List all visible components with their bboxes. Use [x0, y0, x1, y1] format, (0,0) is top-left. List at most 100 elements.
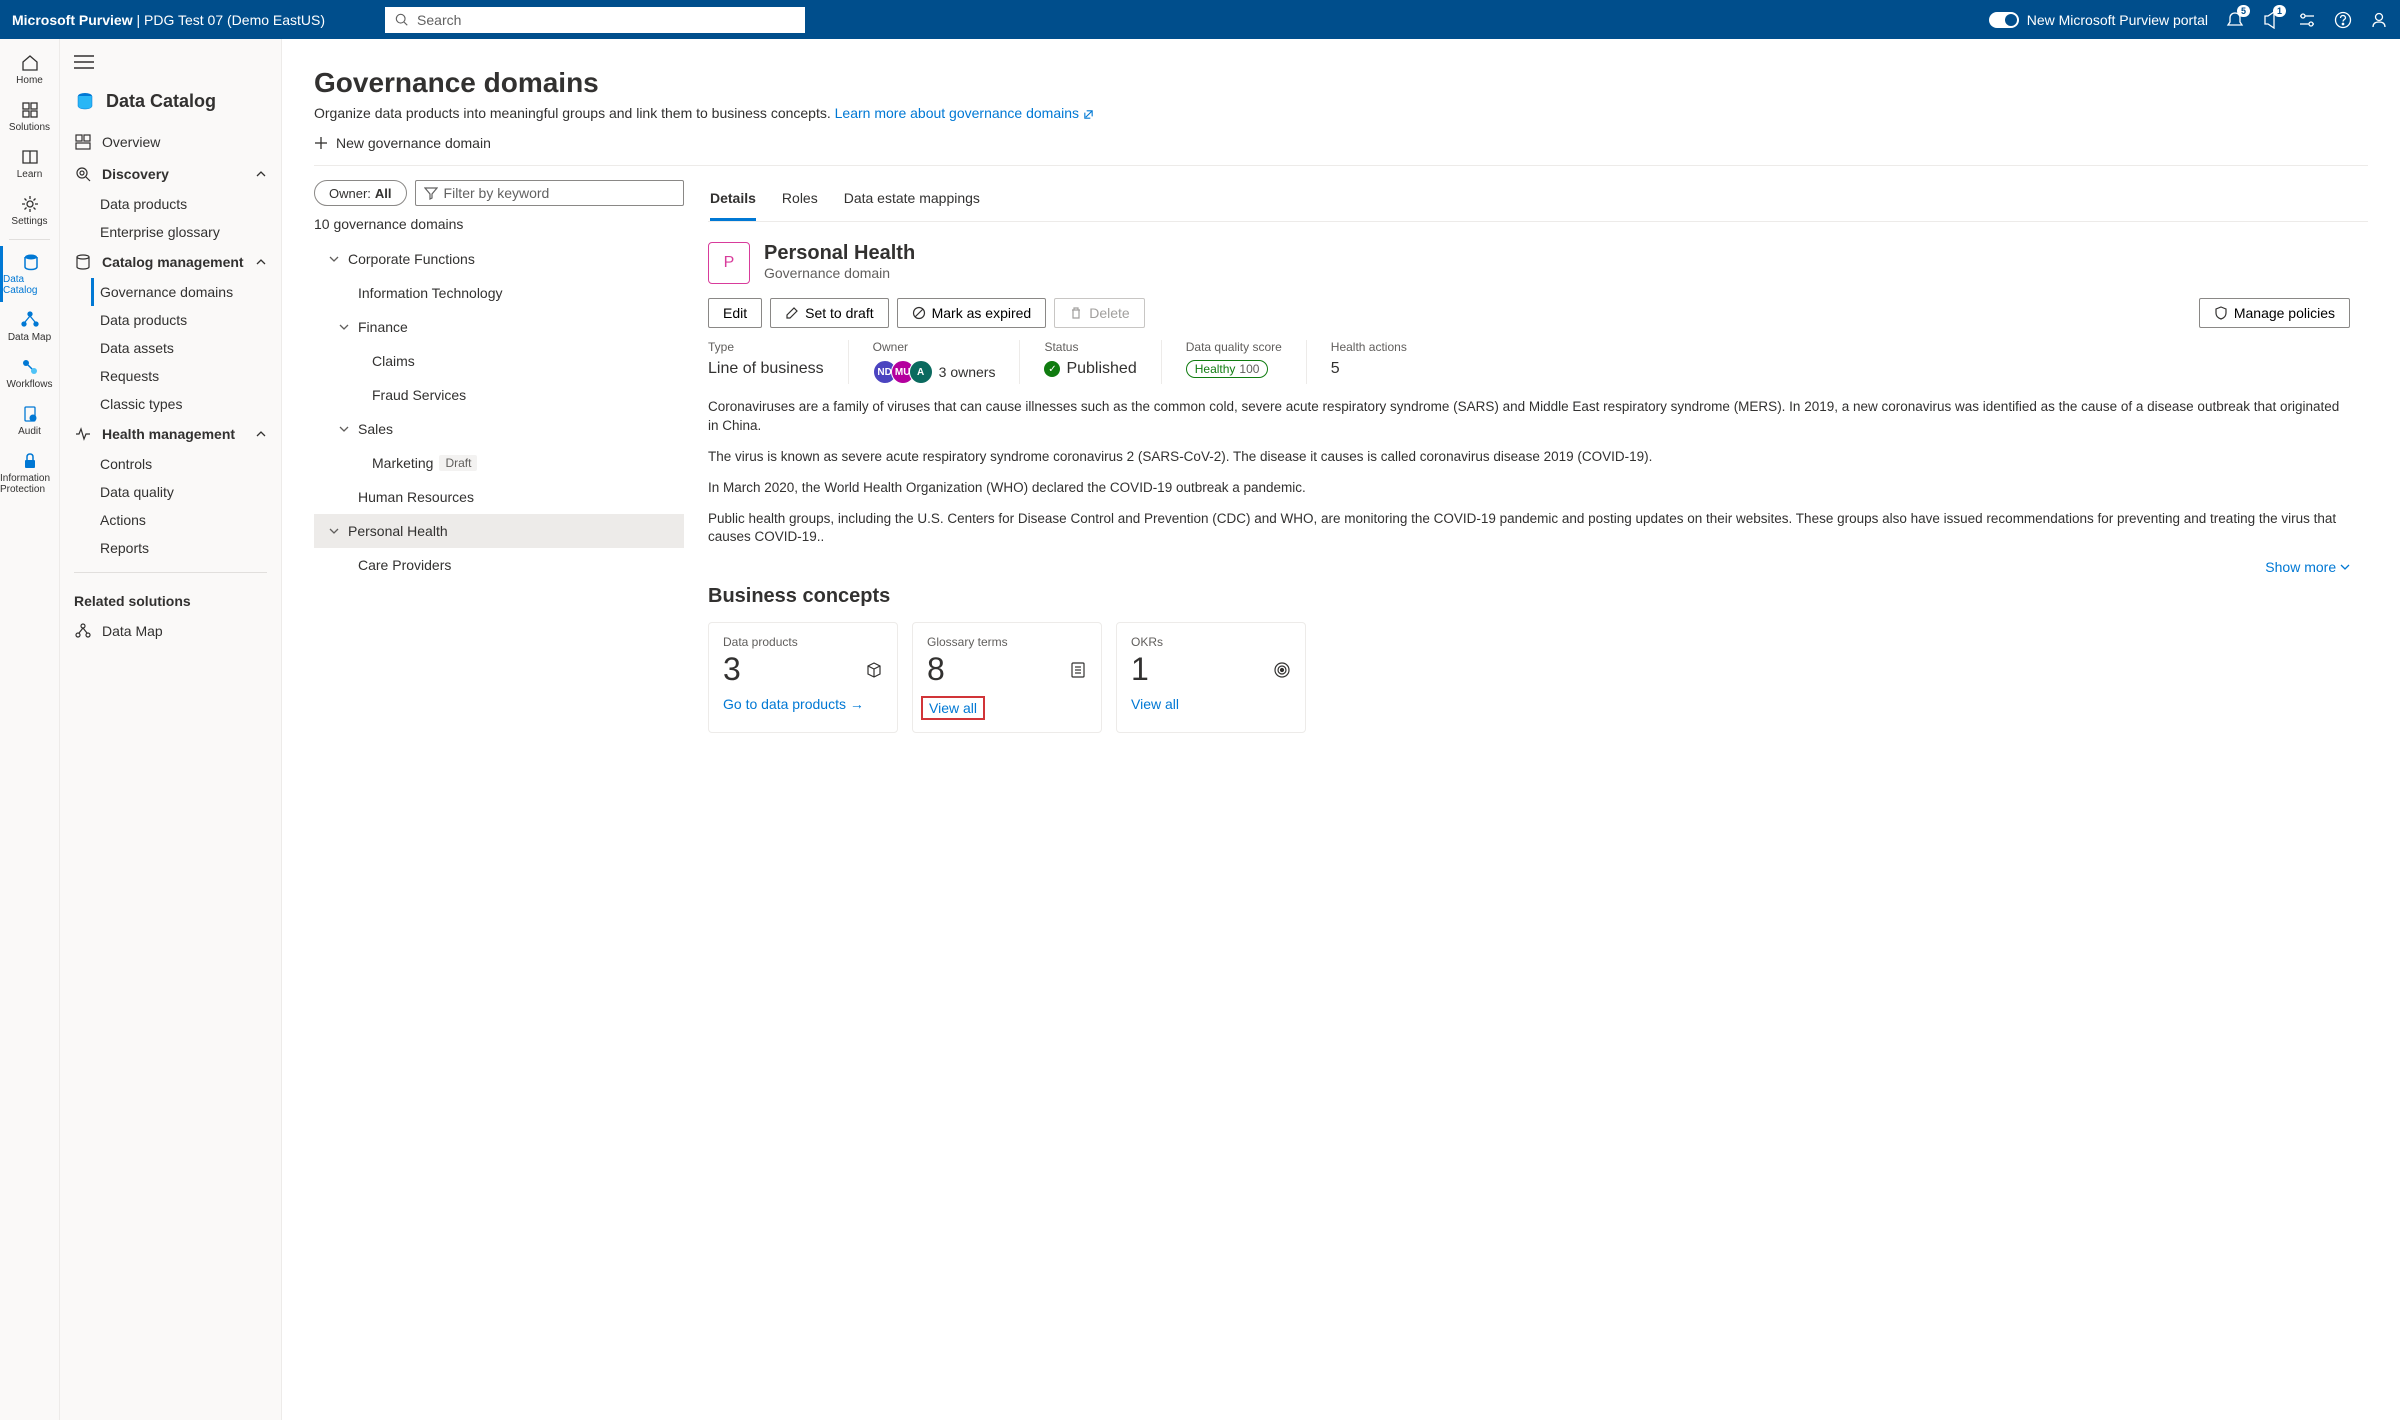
chevron-down-icon	[338, 423, 350, 435]
account-name: | PDG Test 07 (Demo EastUS)	[136, 12, 325, 28]
sidenav: Data Catalog Overview Discovery Data pro…	[60, 39, 282, 1420]
page-description: Organize data products into meaningful g…	[314, 105, 2368, 121]
card-okr-num: 1	[1131, 651, 1149, 688]
detail-tabs: Details Roles Data estate mappings	[708, 180, 2368, 222]
settings-icon[interactable]	[2298, 11, 2316, 29]
nav-catalog-management[interactable]: Catalog management	[60, 246, 281, 278]
rail-workflows[interactable]: Workflows	[0, 351, 59, 396]
nav-data-assets[interactable]: Data assets	[100, 334, 281, 362]
keyword-filter[interactable]: Filter by keyword	[415, 180, 684, 206]
rail-data-map[interactable]: Data Map	[0, 304, 59, 349]
notifications-icon[interactable]: 5	[2226, 11, 2244, 29]
whatsnew-badge: 1	[2273, 5, 2286, 17]
expired-icon	[912, 306, 926, 320]
rail-solutions[interactable]: Solutions	[0, 94, 59, 139]
business-concepts-heading: Business concepts	[708, 585, 2350, 608]
cube-icon	[865, 661, 883, 679]
domain-avatar: P	[708, 242, 750, 284]
nav-health-management[interactable]: Health management	[60, 418, 281, 450]
nav-reports[interactable]: Reports	[100, 534, 281, 562]
edit-button[interactable]: Edit	[708, 298, 762, 328]
manage-policies-button[interactable]: Manage policies	[2199, 298, 2350, 328]
nav-enterprise-glossary[interactable]: Enterprise glossary	[100, 218, 281, 246]
nav-governance-domains[interactable]: Governance domains	[91, 278, 281, 306]
tree-personal-health[interactable]: Personal Health	[314, 514, 684, 548]
nav-overview[interactable]: Overview	[60, 126, 281, 158]
card-okr-label: OKRs	[1131, 635, 1291, 649]
nav-data-products-2[interactable]: Data products	[100, 306, 281, 334]
domain-title: Personal Health	[764, 242, 915, 265]
chevron-up-icon	[255, 428, 267, 440]
nav-discovery[interactable]: Discovery	[60, 158, 281, 190]
chevron-down-icon	[2340, 562, 2350, 572]
tree-marketing[interactable]: MarketingDraft	[314, 446, 684, 480]
tree-finance[interactable]: Finance	[314, 310, 684, 344]
new-domain-button[interactable]: New governance domain	[314, 121, 2368, 166]
nav-requests[interactable]: Requests	[100, 362, 281, 390]
left-rail: Home Solutions Learn Settings Data Catal…	[0, 39, 60, 1420]
card-okr-link[interactable]: View all	[1131, 696, 1179, 712]
tab-roles[interactable]: Roles	[782, 180, 818, 221]
whats-new-icon[interactable]: 1	[2262, 11, 2280, 29]
tree-it[interactable]: Information Technology	[314, 276, 684, 310]
chevron-up-icon	[255, 256, 267, 268]
nav-data-quality[interactable]: Data quality	[100, 478, 281, 506]
tab-data-estate[interactable]: Data estate mappings	[844, 180, 980, 221]
chevron-down-icon	[328, 525, 340, 537]
show-more-link[interactable]: Show more	[708, 559, 2350, 575]
delete-button: Delete	[1054, 298, 1144, 328]
rail-data-catalog[interactable]: Data Catalog	[0, 246, 59, 302]
app-header: Microsoft Purview | PDG Test 07 (Demo Ea…	[0, 0, 2400, 39]
owner-avatar-3: A	[909, 360, 933, 384]
set-draft-button[interactable]: Set to draft	[770, 298, 888, 328]
ha-value: 5	[1331, 360, 1407, 378]
help-icon[interactable]	[2334, 11, 2352, 29]
chevron-up-icon	[255, 168, 267, 180]
filter-icon	[424, 186, 438, 200]
notif-badge: 5	[2237, 5, 2250, 17]
toggle-switch[interactable]	[1989, 12, 2019, 28]
brand: Microsoft Purview | PDG Test 07 (Demo Ea…	[12, 12, 325, 28]
sidenav-header: Data Catalog	[60, 82, 281, 126]
search-icon	[395, 13, 409, 27]
rail-settings[interactable]: Settings	[0, 188, 59, 233]
main-content: Governance domains Organize data product…	[282, 39, 2400, 1420]
trash-icon	[1069, 306, 1083, 320]
related-solutions-heading: Related solutions	[60, 583, 281, 615]
tree-corporate-functions[interactable]: Corporate Functions	[314, 242, 684, 276]
account-icon[interactable]	[2370, 11, 2388, 29]
tree-claims[interactable]: Claims	[314, 344, 684, 378]
card-gt-link[interactable]: View all	[921, 696, 985, 720]
rail-learn[interactable]: Learn	[0, 141, 59, 186]
hamburger-icon[interactable]	[74, 55, 94, 69]
type-label: Type	[708, 340, 824, 354]
tab-details[interactable]: Details	[710, 180, 756, 221]
tree-care-providers[interactable]: Care Providers	[314, 548, 684, 582]
domain-subtitle: Governance domain	[764, 265, 915, 281]
global-search[interactable]: Search	[385, 7, 805, 33]
nav-controls[interactable]: Controls	[100, 450, 281, 478]
tree-fraud[interactable]: Fraud Services	[314, 378, 684, 412]
external-link-icon	[1083, 109, 1094, 120]
tree-hr[interactable]: Human Resources	[314, 480, 684, 514]
mark-expired-button[interactable]: Mark as expired	[897, 298, 1047, 328]
learn-more-link[interactable]: Learn more about governance domains	[835, 105, 1094, 121]
check-icon	[1044, 361, 1060, 377]
nav-data-products[interactable]: Data products	[100, 190, 281, 218]
nav-classic-types[interactable]: Classic types	[100, 390, 281, 418]
nav-data-map[interactable]: Data Map	[60, 615, 281, 647]
owner-filter[interactable]: Owner: All	[314, 180, 407, 206]
sidenav-title: Data Catalog	[106, 91, 216, 112]
rail-home[interactable]: Home	[0, 47, 59, 92]
owner-value: ND MU A 3 owners	[873, 360, 996, 384]
list-icon	[1069, 661, 1087, 679]
rail-audit[interactable]: Audit	[0, 398, 59, 443]
description: Coronaviruses are a family of viruses th…	[708, 398, 2350, 547]
card-gt-num: 8	[927, 651, 945, 688]
nav-actions[interactable]: Actions	[100, 506, 281, 534]
card-dp-link[interactable]: Go to data products →	[723, 696, 864, 712]
ha-label: Health actions	[1331, 340, 1407, 354]
rail-info-protection[interactable]: Information Protection	[0, 445, 59, 501]
tree-sales[interactable]: Sales	[314, 412, 684, 446]
portal-toggle[interactable]: New Microsoft Purview portal	[1989, 12, 2208, 28]
